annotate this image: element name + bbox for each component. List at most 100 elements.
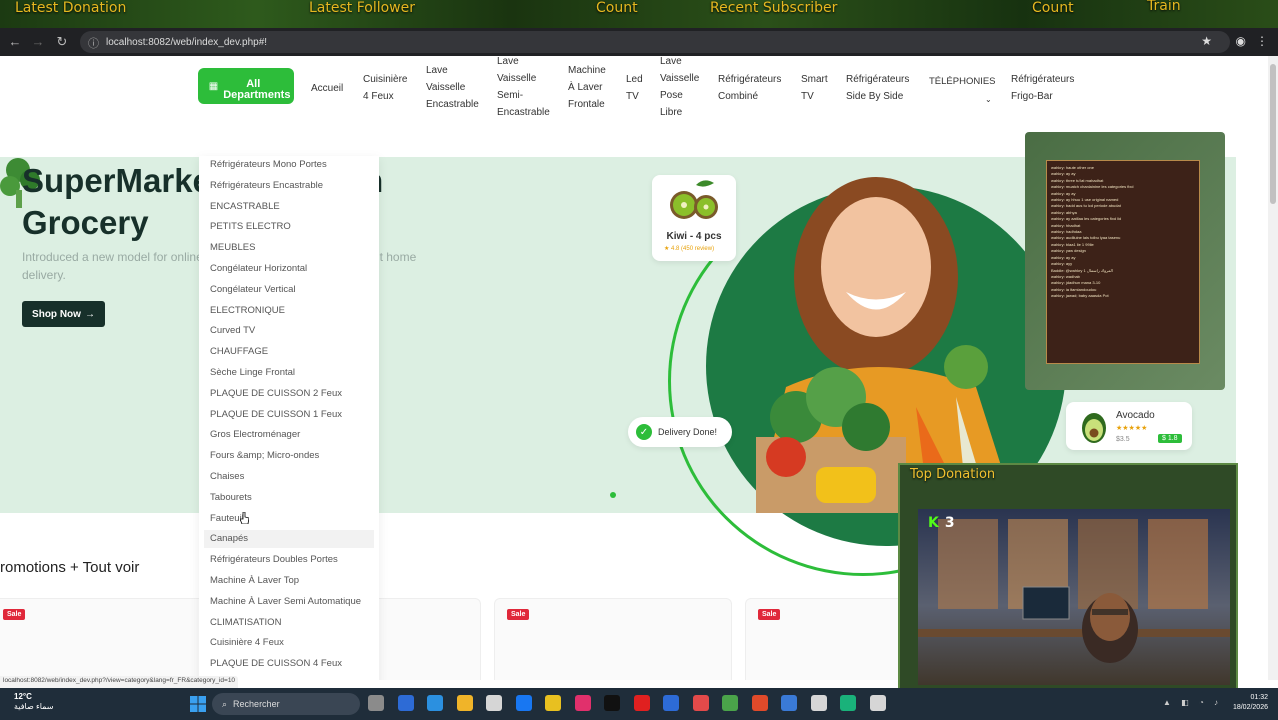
clock-date: 18/02/2026 — [1232, 704, 1268, 711]
avocado-product-card[interactable]: Avocado ★★★★★ $3.5 $ 1.8 — [1066, 402, 1192, 450]
dropdown-item[interactable]: Réfrigérateurs Doubles Portes — [199, 551, 379, 569]
store-icon[interactable] — [486, 695, 502, 711]
app-icon[interactable] — [692, 695, 709, 711]
facebook-icon[interactable] — [515, 695, 532, 711]
dropdown-item[interactable]: Gros Electroménager — [199, 426, 379, 444]
address-bar[interactable]: ⓘ localhost:8082/web/index_dev.php#! — [80, 31, 1230, 53]
nav-link-led-tv[interactable]: Led TV — [626, 71, 646, 105]
page-scrollbar[interactable] — [1268, 56, 1278, 680]
browser-menu-icon[interactable]: ⋮ — [1256, 34, 1268, 48]
nav-link-telephonies[interactable]: TÉLÉPHONIES — [929, 73, 996, 90]
dropdown-item[interactable]: Machine À Laver Top — [199, 572, 379, 590]
windows-start-icon[interactable] — [190, 696, 206, 712]
dropdown-item[interactable]: PETITS ELECTRO — [199, 218, 379, 236]
weather-description: سماء صافية — [14, 702, 54, 711]
chrome-icon[interactable] — [722, 695, 738, 711]
kick-count: 3 — [944, 515, 955, 531]
sale-badge: Sale — [3, 609, 26, 620]
search-icon: ⌕ — [222, 698, 228, 709]
all-departments-label: All Departments — [223, 78, 291, 101]
obs-icon[interactable] — [869, 695, 886, 711]
avocado-label: Avocado — [1116, 410, 1155, 421]
dropdown-item[interactable]: PLAQUE DE CUISSON 2 Feux — [199, 385, 379, 403]
delivery-done-badge: ✓ Delivery Done! — [628, 417, 732, 447]
dropdown-item[interactable]: CHAUFFAGE — [199, 343, 379, 361]
kiwi-label: Kiwi - 4 pcs — [666, 231, 722, 242]
system-tray-icons[interactable]: ▲ ◧ ◔ ♪ — [1163, 698, 1222, 707]
dropdown-item[interactable]: Curved TV — [199, 322, 379, 340]
taskbar-search[interactable]: ⌕ Rechercher — [212, 693, 360, 715]
chrome-icon-2[interactable] — [810, 695, 827, 711]
nav-link-lave-vaisselle-encastrable[interactable]: Lave Vaisselle Encastrable — [426, 62, 482, 113]
clock-time: 01:32 — [1250, 694, 1268, 701]
shop-now-label: Shop Now — [32, 308, 81, 320]
woman-with-groceries-image — [756, 177, 1016, 513]
dropdown-item[interactable]: Machine À Laver Semi Automatique — [199, 593, 379, 611]
dropdown-item[interactable]: Sèche Linge Frontal — [199, 364, 379, 382]
grid-icon: ▦ — [208, 80, 219, 92]
all-departments-button[interactable]: ▦ All Departments — [198, 68, 294, 104]
file-explorer-icon[interactable] — [456, 695, 473, 711]
outlook-icon[interactable] — [663, 695, 679, 711]
dropdown-item[interactable]: Congélateur Horizontal — [199, 260, 379, 278]
vscode-icon[interactable] — [781, 695, 797, 711]
nav-link-refrigerateurs-side-by-side[interactable]: Réfrigérateurs Side By Side — [846, 71, 920, 105]
nav-link-refrigerateurs-combine[interactable]: Réfrigérateurs Combiné — [718, 71, 790, 105]
kiwi-product-card[interactable]: Kiwi - 4 pcs ★ 4.8 (450 review) — [652, 175, 736, 261]
sale-badge: Sale — [507, 609, 530, 620]
nav-link-lave-vaisselle-pose-libre[interactable]: Lave Vaisselle Pose Libre — [660, 56, 704, 121]
dropdown-item[interactable]: ELECTRONIQUE — [199, 302, 379, 320]
dropdown-item[interactable]: PLAQUE DE CUISSON 1 Feux — [199, 406, 379, 424]
dropdown-item[interactable]: Fauteuil — [199, 510, 379, 528]
profile-icon[interactable]: ◉ — [1236, 34, 1246, 48]
weather-widget[interactable]: 12°C سماء صافية — [14, 692, 54, 712]
brave-icon[interactable] — [751, 695, 768, 711]
snapchat-icon[interactable] — [545, 695, 561, 711]
nav-link-lave-vaisselle-semi[interactable]: Lave Vaisselle Semi-Encastrable — [497, 56, 551, 121]
dropdown-item[interactable]: Canapés — [204, 530, 374, 549]
product-card[interactable]: Sale — [0, 598, 228, 680]
nav-link-cuisiniere[interactable]: Cuisinière 4 Feux — [363, 71, 413, 105]
dropdown-item[interactable]: ENCASTRABLE — [199, 198, 379, 216]
dropdown-item[interactable]: Tabourets — [199, 489, 379, 507]
promotions-heading[interactable]: romotions + Tout voir — [0, 559, 139, 576]
dropdown-item[interactable]: CLIMATISATION — [199, 614, 379, 632]
forward-icon[interactable]: → — [26, 34, 50, 49]
recent-subscriber-label: Recent Subscriber — [710, 0, 838, 16]
youtube-icon[interactable] — [633, 695, 650, 711]
task-view-icon[interactable] — [368, 695, 384, 711]
chat-overlay: wahkry: haute other one wahkry: ay ay wahk… — [1046, 160, 1200, 364]
product-card[interactable]: Sale — [494, 598, 732, 680]
dropdown-item[interactable]: Réfrigérateurs Encastrable — [199, 177, 379, 195]
shop-now-button[interactable]: Shop Now → — [22, 301, 105, 327]
instagram-icon[interactable] — [574, 695, 591, 711]
dropdown-item[interactable]: Cuisinière 4 Feux — [199, 634, 379, 652]
widgets-icon[interactable] — [397, 695, 414, 711]
site-info-icon[interactable]: ⓘ — [88, 35, 99, 51]
app-icon-2[interactable] — [840, 695, 856, 711]
top-donation-label: Top Donation — [910, 467, 996, 482]
dropdown-item[interactable]: PLAQUE DE CUISSON 4 Feux — [199, 655, 379, 673]
nav-link-machine-frontale[interactable]: Machine À Laver Frontale — [568, 62, 612, 113]
latest-follower-label: Latest Follower — [309, 0, 415, 16]
dropdown-item[interactable]: Fours &amp; Micro-ondes — [199, 447, 379, 465]
tiktok-icon[interactable] — [604, 695, 620, 711]
kick-viewer-count: K3 — [928, 515, 955, 531]
nav-link-refrigerateurs-frigo-bar[interactable]: Réfrigérateurs Frigo-Bar — [1011, 71, 1091, 105]
nav-link-accueil[interactable]: Accueil — [311, 80, 343, 97]
back-icon[interactable]: ← — [3, 34, 27, 49]
bookmark-star-icon[interactable]: ★ — [1201, 34, 1212, 48]
dropdown-item[interactable]: Réfrigérateurs Mono Portes — [199, 156, 379, 174]
carousel-dot[interactable] — [610, 492, 616, 498]
link-preview-status: localhost:8082/web/index_dev.php?/view=c… — [0, 676, 239, 688]
edge-icon[interactable] — [427, 695, 443, 711]
nav-link-smart-tv[interactable]: Smart TV — [801, 71, 833, 105]
reload-icon[interactable]: ↻ — [50, 34, 74, 50]
chevron-down-icon[interactable]: ⌄ — [985, 91, 992, 108]
dropdown-item[interactable]: Congélateur Vertical — [199, 281, 379, 299]
dropdown-item[interactable]: Chaises — [199, 468, 379, 486]
taskbar-clock[interactable]: 01:32 18/02/2026 — [1233, 693, 1268, 713]
dropdown-item[interactable]: MEUBLES — [199, 239, 379, 257]
scrollbar-thumb[interactable] — [1270, 64, 1276, 204]
train-label: Train — [1147, 0, 1181, 14]
